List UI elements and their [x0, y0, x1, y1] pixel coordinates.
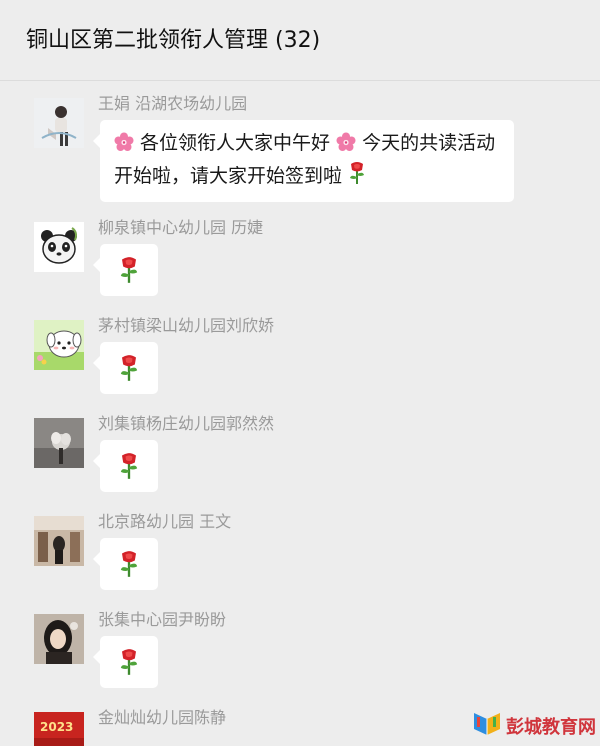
message-item: 王娟 沿湖农场幼儿园 各位领衔人大家中午好 今天的共读活动开始啦，请大家开始签到… — [34, 90, 594, 205]
girl-photo-avatar[interactable] — [34, 614, 84, 664]
message-item: 柳泉镇中心幼儿园 历婕 — [34, 214, 594, 304]
message-text-part: 各位领衔人大家中午好 — [140, 132, 331, 154]
watermark-text: 彭城教育网 — [506, 717, 596, 738]
message-item: 张集中心园尹盼盼 — [34, 606, 594, 696]
message-bubble[interactable] — [93, 440, 158, 492]
cartoon-dog-avatar[interactable] — [34, 320, 84, 370]
sender-name: 茅村镇梁山幼儿园刘欣娇 — [98, 316, 275, 335]
message-item: 北京路幼儿园 王文 — [34, 508, 594, 598]
chat-title[interactable]: 铜山区第二批领衔人管理 (32) — [26, 22, 320, 54]
rose-icon — [118, 648, 140, 685]
sender-name: 刘集镇杨庄幼儿园郭然然 — [98, 414, 275, 433]
panda-avatar[interactable] — [34, 222, 84, 272]
message-bubble[interactable]: 各位领衔人大家中午好 今天的共读活动开始啦，请大家开始签到啦 — [93, 120, 514, 202]
flower-photo-avatar[interactable] — [34, 418, 84, 468]
message-bubble[interactable] — [93, 538, 158, 590]
person-photo-avatar[interactable] — [34, 98, 84, 148]
rose-icon — [348, 161, 366, 194]
cherry-blossom-icon — [114, 131, 134, 161]
watermark: 彭城教育网 — [472, 710, 596, 742]
cherry-blossom-icon — [336, 131, 356, 161]
message-bubble[interactable] — [93, 244, 158, 296]
message-item: 茅村镇梁山幼儿园刘欣娇 — [34, 312, 594, 402]
sender-name: 柳泉镇中心幼儿园 历婕 — [98, 218, 264, 237]
book-logo-icon — [472, 711, 502, 741]
sender-name: 金灿灿幼儿园陈静 — [98, 708, 227, 727]
red-2023-avatar[interactable]: 2023 — [34, 712, 84, 746]
rose-icon — [118, 550, 140, 587]
message-bubble[interactable] — [93, 342, 158, 394]
sender-name: 王娟 沿湖农场幼儿园 — [98, 94, 248, 113]
sender-name: 北京路幼儿园 王文 — [98, 512, 232, 531]
rose-icon — [118, 354, 140, 391]
sender-name: 张集中心园尹盼盼 — [98, 610, 227, 629]
room-photo-avatar[interactable] — [34, 516, 84, 566]
chat-header: 铜山区第二批领衔人管理 (32) — [0, 0, 600, 81]
message-bubble[interactable] — [93, 636, 158, 688]
rose-icon — [118, 452, 140, 489]
message-item: 刘集镇杨庄幼儿园郭然然 — [34, 410, 594, 500]
rose-icon — [118, 256, 140, 293]
avatar-year-text: 2023 — [40, 720, 74, 734]
